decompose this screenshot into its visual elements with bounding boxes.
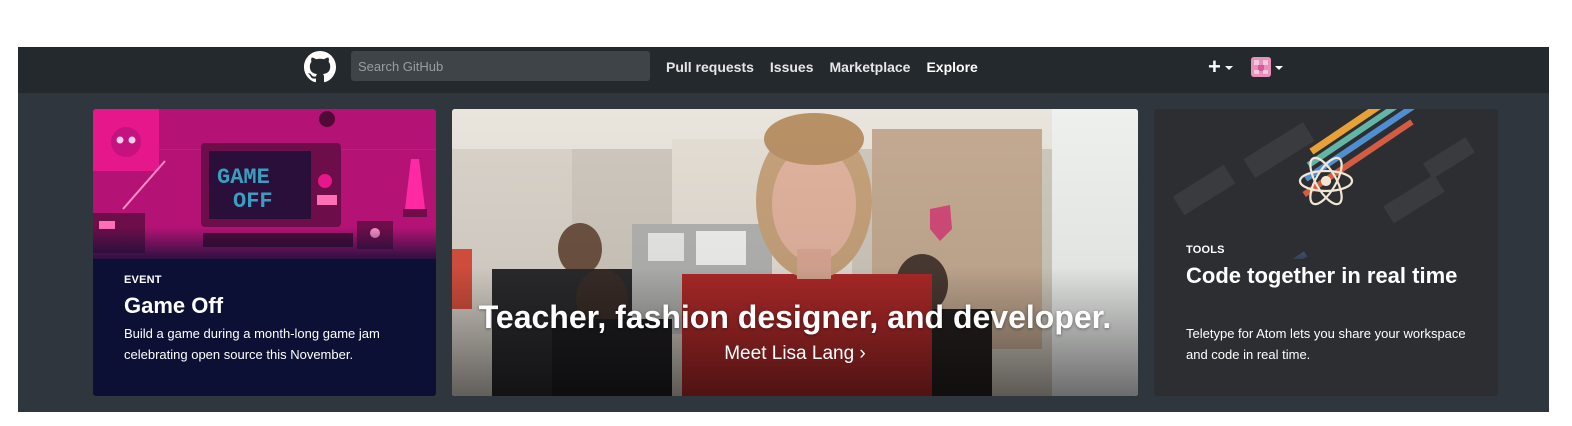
main-nav: Pull requests Issues Marketplace Explore [666,59,978,75]
art-text-game: GAME [217,165,270,190]
search-input[interactable] [351,51,650,81]
game-off-card[interactable]: GAME OFF EVENT Game Off Build a game dur… [93,109,436,396]
chevron-down-icon [1275,66,1283,70]
art-text-off: OFF [233,189,273,214]
featured-story-card[interactable]: Teacher, fashion designer, and developer… [452,109,1138,396]
top-navigation-bar: Pull requests Issues Marketplace Explore… [18,47,1549,93]
user-menu-dropdown[interactable] [1251,57,1283,77]
card-description: Teletype for Atom lets you share your wo… [1186,326,1466,362]
github-octocat-icon[interactable] [304,51,336,83]
card-kicker: TOOLS [1186,244,1225,256]
card-kicker: EVENT [124,274,162,286]
github-page: Pull requests Issues Marketplace Explore… [18,47,1549,412]
nav-marketplace[interactable]: Marketplace [830,59,911,75]
teletype-card[interactable]: TOOLS Code together in real time Teletyp… [1154,109,1498,396]
card-title[interactable]: Game Off [124,291,223,321]
nav-pull-requests[interactable]: Pull requests [666,59,754,75]
story-headline: Teacher, fashion designer, and developer… [478,299,1112,335]
plus-icon: + [1208,54,1221,79]
card-description: Build a game during a month-long game ja… [124,326,380,362]
create-new-dropdown[interactable]: + [1208,54,1233,79]
avatar [1251,57,1271,77]
meet-lisa-lang-link[interactable]: Meet Lisa Lang › [452,343,1138,365]
nav-issues[interactable]: Issues [770,59,814,75]
nav-explore[interactable]: Explore [926,59,977,75]
card-title[interactable]: Code together in real time [1186,261,1486,291]
chevron-down-icon [1224,66,1233,70]
